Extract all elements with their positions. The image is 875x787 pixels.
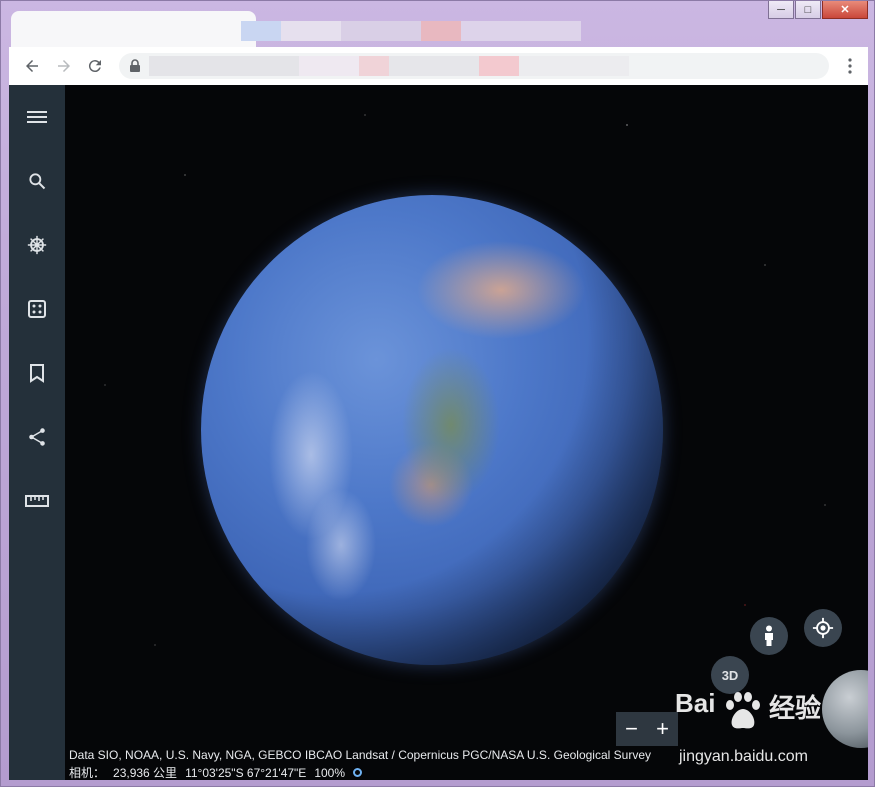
coordinates-readout: 11°03'25"S 67°21'47"E xyxy=(185,765,307,780)
reload-icon xyxy=(88,60,101,73)
more-vertical-icon xyxy=(848,58,852,74)
my-location-button[interactable] xyxy=(804,609,842,647)
camera-distance: 23,936 公里 xyxy=(113,766,178,780)
pegman-icon xyxy=(765,625,773,646)
sidebar-item-feeling-lucky[interactable] xyxy=(21,293,53,325)
sidebar-item-voyager[interactable] xyxy=(21,229,53,261)
sidebar-item-menu[interactable] xyxy=(21,101,53,133)
reload-button[interactable] xyxy=(84,55,106,77)
back-button[interactable] xyxy=(21,55,43,77)
street-view-button[interactable] xyxy=(750,617,788,655)
toggle-3d-button[interactable]: 3D xyxy=(711,656,749,694)
window-controls: ─ □ ✕ xyxy=(767,1,868,19)
watermark-url: jingyan.baidu.com xyxy=(679,748,808,765)
arrow-left-icon xyxy=(26,60,38,72)
browser-window: ─ □ ✕ 3D − + Bai 经验 jingyan.baidu.com Da… xyxy=(0,0,875,787)
loading-indicator-icon xyxy=(353,768,363,777)
minimize-button[interactable]: ─ xyxy=(768,1,794,19)
maximize-button[interactable]: □ xyxy=(795,1,821,19)
status-bar: 相机： 23,936 公里 11°03'25"S 67°21'47"E 100% xyxy=(69,764,363,780)
zoom-out-button[interactable]: − xyxy=(625,716,638,742)
share-icon xyxy=(29,428,45,446)
sidebar-item-projects[interactable] xyxy=(21,357,53,389)
close-button[interactable]: ✕ xyxy=(822,1,868,19)
sidebar-item-search[interactable] xyxy=(21,165,53,197)
dice-icon xyxy=(28,300,46,318)
baidu-paw-icon xyxy=(726,692,760,729)
earth-shadow xyxy=(201,195,663,665)
crosshair-icon xyxy=(812,617,834,639)
overview-globe[interactable] xyxy=(822,670,868,748)
browser-menu-button[interactable] xyxy=(842,55,858,77)
browser-toolbar xyxy=(9,47,868,86)
lock-icon xyxy=(130,59,140,72)
sidebar xyxy=(9,85,65,780)
zoom-controls: − + xyxy=(616,712,678,746)
space-background[interactable]: 3D − + Bai 经验 jingyan.baidu.com xyxy=(65,85,868,780)
address-bar[interactable] xyxy=(119,53,829,79)
blurred-tab-strip xyxy=(241,21,581,41)
search-icon xyxy=(29,173,46,190)
earth-app: 3D − + Bai 经验 jingyan.baidu.com Data SIO… xyxy=(9,85,868,780)
zoom-in-button[interactable]: + xyxy=(656,716,669,742)
sidebar-item-share[interactable] xyxy=(21,421,53,453)
blurred-url xyxy=(149,56,629,76)
watermark-logo-text: Bai xyxy=(675,688,716,718)
zoom-percent: 100% xyxy=(314,765,346,780)
ruler-icon xyxy=(25,495,49,507)
attribution-text: Data SIO, NOAA, U.S. Navy, NGA, GEBCO IB… xyxy=(69,748,651,762)
sidebar-item-measure[interactable] xyxy=(21,485,53,517)
watermark-logo-text-2: 经验 xyxy=(769,693,822,723)
menu-icon xyxy=(27,111,47,123)
browser-tab[interactable] xyxy=(11,11,256,47)
arrow-right-icon xyxy=(58,60,70,72)
camera-label: 相机： xyxy=(69,766,106,780)
bookmark-icon xyxy=(30,364,44,383)
voyager-wheel-icon xyxy=(27,235,47,255)
forward-button[interactable] xyxy=(53,55,75,77)
title-bar: ─ □ ✕ xyxy=(1,1,875,47)
